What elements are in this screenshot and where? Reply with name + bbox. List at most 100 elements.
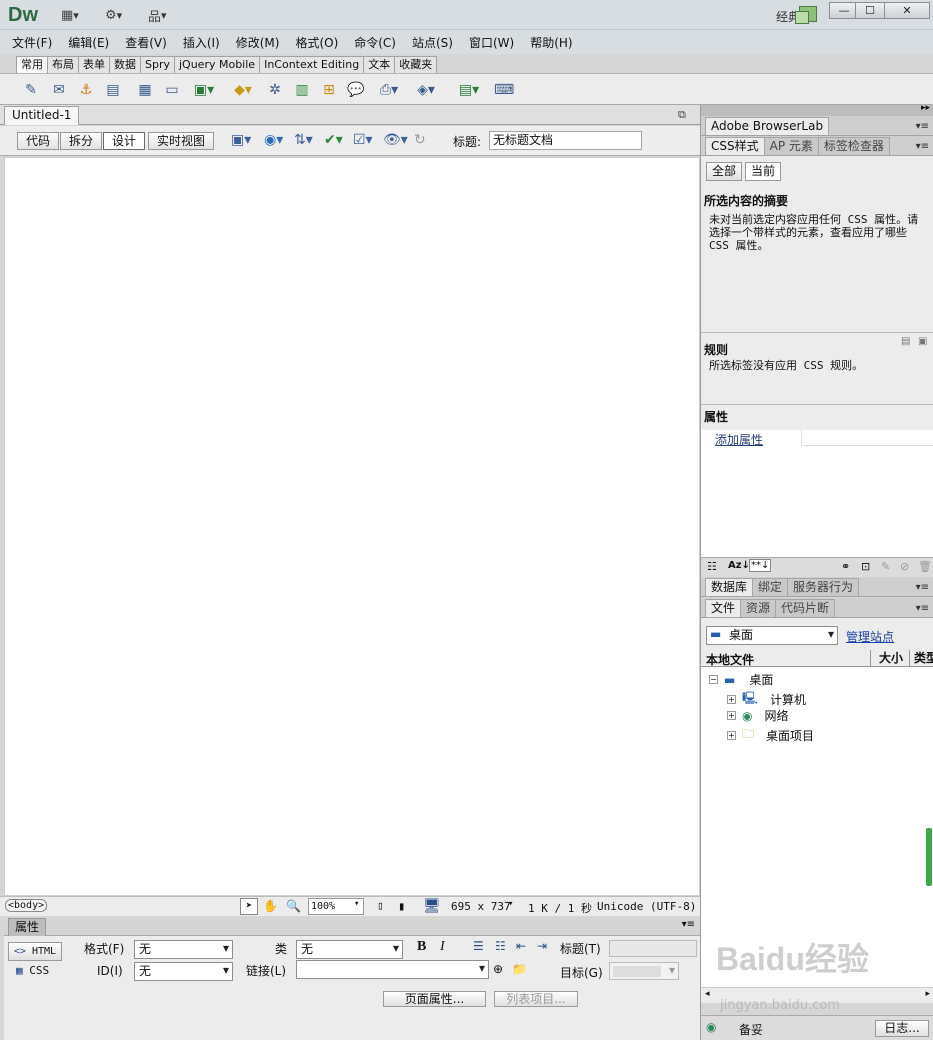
class-select[interactable]: 无 xyxy=(296,940,403,959)
css-mode-button[interactable]: ▦ CSS xyxy=(16,964,49,977)
all-mode-button[interactable]: 全部 xyxy=(706,162,742,181)
unordered-list-icon[interactable]: ☰ xyxy=(473,939,484,953)
scroll-thumb[interactable] xyxy=(926,828,932,886)
scroll-left-icon[interactable]: ◂ xyxy=(705,989,710,999)
insert-tab-common[interactable]: 常用 xyxy=(16,56,48,73)
menu-modify[interactable]: 修改(M) xyxy=(228,34,288,51)
format-select[interactable]: 无 xyxy=(134,940,233,959)
title-field[interactable] xyxy=(609,940,697,957)
insert-tab-incontext-editing[interactable]: InContext Editing xyxy=(259,56,365,73)
live-view-button[interactable]: 实时视图 xyxy=(148,132,215,150)
zoom-dropdown-icon[interactable]: ▾ xyxy=(354,899,359,909)
hyperlink-icon[interactable]: ✎ xyxy=(22,81,40,99)
multiscreen-icon[interactable]: ▣▾ xyxy=(231,132,251,148)
menu-help[interactable]: 帮助(H) xyxy=(522,34,580,51)
layout-menu-icon[interactable]: ▦ ▾ xyxy=(61,7,79,23)
category-view-icon[interactable]: ☷ xyxy=(707,560,717,573)
col-type[interactable]: 类型 xyxy=(909,650,933,667)
ordered-list-icon[interactable]: ☷ xyxy=(495,939,506,953)
outdent-icon[interactable]: ⇤ xyxy=(516,939,526,953)
window-size[interactable]: 695 x 737 xyxy=(451,900,511,913)
tree-root-row[interactable]: − ▬ 桌面 xyxy=(709,671,773,688)
menu-format[interactable]: 格式(O) xyxy=(287,34,346,51)
scroll-right-icon[interactable]: ▸ xyxy=(925,989,930,999)
design-view-button[interactable]: 设计 xyxy=(103,132,146,150)
tab-server-behaviors[interactable]: 服务器行为 xyxy=(787,578,860,596)
server-side-include-icon[interactable]: ⊞ xyxy=(320,81,338,99)
extensions-gear-icon[interactable]: ⚙ ▾ xyxy=(105,7,122,23)
add-property-link[interactable]: 添加属性 xyxy=(715,431,763,448)
menu-window[interactable]: 窗口(W) xyxy=(461,34,522,51)
manage-sites-link[interactable]: 管理站点 xyxy=(846,628,894,645)
about-view-icon[interactable]: ▣ xyxy=(918,336,927,347)
tab-bindings[interactable]: 绑定 xyxy=(752,578,789,596)
tree-item-desktop-items[interactable]: + 🗀 桌面项目 xyxy=(727,725,814,746)
tab-snippets[interactable]: 代码片断 xyxy=(775,599,836,617)
log-button[interactable]: 日志... xyxy=(875,1020,929,1037)
expand-toggle-icon[interactable]: + xyxy=(727,711,736,720)
css-panel-menu-icon[interactable]: ▾≡ xyxy=(916,141,929,152)
tab-ap-elements[interactable]: AP 元素 xyxy=(763,137,819,155)
preview-browser-icon[interactable]: ◉▾ xyxy=(264,132,283,148)
col-local-files[interactable]: 本地文件 xyxy=(706,651,754,668)
menu-edit[interactable]: 编辑(E) xyxy=(60,34,117,51)
page-properties-button[interactable]: 页面属性... xyxy=(383,991,486,1007)
insert-tab-layout[interactable]: 布局 xyxy=(47,56,79,73)
database-menu-icon[interactable]: ▾≡ xyxy=(916,582,929,593)
menu-view[interactable]: 查看(V) xyxy=(117,34,175,51)
insert-tab-text[interactable]: 文本 xyxy=(363,56,396,73)
email-link-icon[interactable]: ✉ xyxy=(50,81,68,99)
page-title-input[interactable]: 无标题文档 xyxy=(489,131,642,150)
panel-collapse-strip[interactable]: ▸▸ xyxy=(701,103,933,116)
table-icon[interactable]: ▦ xyxy=(136,81,154,99)
images-icon[interactable]: ▣▾ xyxy=(191,81,217,99)
collapse-toggle-icon[interactable]: − xyxy=(709,675,718,684)
tab-css-styles[interactable]: CSS样式 xyxy=(705,137,765,155)
hand-tool-icon[interactable]: ✋ xyxy=(263,899,278,913)
bold-icon[interactable]: B xyxy=(417,939,426,955)
head-icon[interactable]: ⎙▾ xyxy=(376,81,402,99)
window-size-dropdown-icon[interactable]: ▾ xyxy=(508,899,513,909)
col-size[interactable]: 大小 xyxy=(870,650,903,667)
div-icon[interactable]: ▭ xyxy=(163,81,181,99)
edit-rule-icon[interactable]: ✎ xyxy=(881,560,890,573)
refresh-icon[interactable]: ↻ xyxy=(414,132,426,148)
point-to-file-icon[interactable]: ⊕ xyxy=(493,962,503,976)
w3c-validation-icon[interactable]: ✔▾ xyxy=(324,132,343,148)
alpha-view-icon[interactable]: Az↓ xyxy=(728,560,750,571)
close-button[interactable]: ✕ xyxy=(884,2,930,19)
insert-tab-data[interactable]: 数据 xyxy=(109,56,141,73)
zoom-tool-icon[interactable]: 🔍 xyxy=(286,899,301,913)
menu-site[interactable]: 站点(S) xyxy=(404,34,461,51)
tab-databases[interactable]: 数据库 xyxy=(705,578,754,596)
visual-aids-icon[interactable]: 👁▾ xyxy=(383,132,408,148)
target-select[interactable]: ▾ xyxy=(609,962,679,980)
tab-browserlab[interactable]: Adobe BrowserLab xyxy=(705,117,830,135)
file-management-icon[interactable]: ⇅▾ xyxy=(294,132,313,148)
set-properties-view-icon[interactable]: **↓ xyxy=(749,559,772,572)
new-rule-icon[interactable]: ⊡ xyxy=(861,560,870,573)
indent-icon[interactable]: ⇥ xyxy=(537,939,547,953)
italic-icon[interactable]: I xyxy=(440,939,445,955)
browserlab-menu-icon[interactable]: ▾≡ xyxy=(916,121,929,132)
html-mode-button[interactable]: <> HTML xyxy=(8,942,62,961)
tab-tag-inspector[interactable]: 标签检查器 xyxy=(817,137,890,155)
named-anchor-icon[interactable]: ⚓ xyxy=(77,81,95,99)
tab-assets[interactable]: 资源 xyxy=(740,599,777,617)
date-icon[interactable]: ▥ xyxy=(293,81,311,99)
list-item-button[interactable]: 列表项目... xyxy=(494,991,578,1007)
templates-icon[interactable]: ▤▾ xyxy=(456,81,482,99)
attach-stylesheet-icon[interactable]: ⚭ xyxy=(841,560,850,573)
mobile-size-icon[interactable]: ▯ xyxy=(377,899,384,912)
insert-tab-jquery-mobile[interactable]: jQuery Mobile xyxy=(174,56,261,73)
panel-menu-icon[interactable]: ▾≡ xyxy=(682,919,695,930)
site-menu-icon[interactable]: 品 ▾ xyxy=(148,7,167,25)
media-icon[interactable]: ◆▾ xyxy=(229,81,257,99)
disable-rule-icon[interactable]: ⊘ xyxy=(900,560,909,573)
files-menu-icon[interactable]: ▾≡ xyxy=(916,603,929,614)
select-tool-icon[interactable]: ➤ xyxy=(240,898,258,915)
link-input[interactable] xyxy=(296,960,489,979)
insert-tab-favorites[interactable]: 收藏夹 xyxy=(394,56,438,73)
menu-commands[interactable]: 命令(C) xyxy=(346,34,404,51)
document-tab[interactable]: Untitled-1 xyxy=(4,106,80,125)
